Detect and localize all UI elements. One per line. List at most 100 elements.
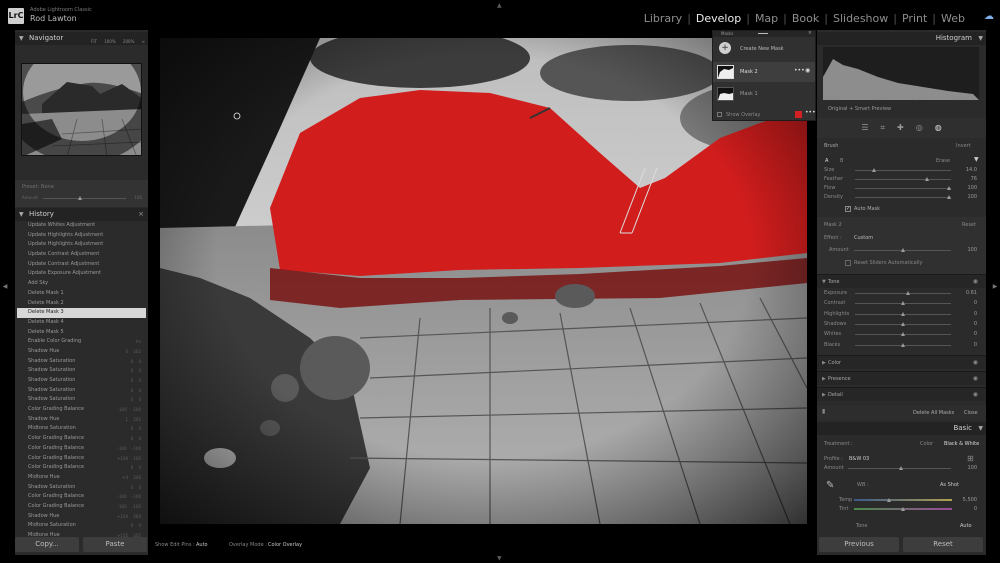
history-item[interactable]: Shadow Hue +104 204 (17, 512, 146, 522)
more-options-icon[interactable]: ••• (805, 109, 816, 116)
previous-button[interactable]: Previous (819, 537, 899, 552)
treatment-bw-button[interactable]: Black & White (944, 441, 979, 447)
brush-dropdown-icon[interactable]: ▼ (974, 156, 979, 163)
bottom-panel-toggle-icon[interactable]: ▼ (497, 555, 502, 562)
overlay-mode-select[interactable]: Color Overlay (268, 542, 302, 548)
auto-mask-checkbox[interactable]: ✓ (845, 206, 851, 212)
eye-icon[interactable]: ◉ (805, 67, 810, 74)
module-map[interactable]: Map (754, 12, 779, 25)
close-icon[interactable]: × (808, 30, 812, 36)
module-web[interactable]: Web (940, 12, 966, 25)
history-item[interactable]: Midtone Hue +4 206 (17, 473, 146, 483)
history-item[interactable]: Color Grading Balance 0 0 (17, 434, 146, 444)
module-develop[interactable]: Develop (695, 12, 742, 25)
history-item[interactable]: Update Whites Adjustment (17, 221, 146, 231)
history-item[interactable]: Delete Mask 3 (17, 308, 146, 318)
preset-amount-slider[interactable] (78, 196, 82, 200)
reset-sliders-checkbox[interactable] (845, 260, 851, 266)
history-item[interactable]: Update Highlights Adjustment (17, 231, 146, 241)
photo-canvas[interactable] (160, 38, 807, 524)
preset-amount-track[interactable] (43, 198, 126, 199)
history-item[interactable]: Add Sky (17, 279, 146, 289)
history-item[interactable]: Shadow Saturation 0 0 (17, 376, 146, 386)
history-header[interactable]: ▼ History × (15, 208, 148, 221)
top-panel-toggle-icon[interactable]: ▲ (497, 2, 502, 9)
history-item[interactable]: Delete Mask 2 (17, 299, 146, 309)
history-item[interactable]: Delete Mask 5 (17, 328, 146, 338)
navigator-zoom-options[interactable]: FIT 100% 200% ≡ (91, 35, 145, 48)
tone-section-header[interactable]: ▼ Tone ◉ (817, 274, 986, 288)
reset-button[interactable]: Reset (903, 537, 983, 552)
white-balance-picker-icon[interactable]: ✎ (826, 480, 834, 491)
mask-settings-reset[interactable]: Reset (962, 222, 976, 228)
module-book[interactable]: Book (791, 12, 820, 25)
history-item[interactable]: Shadow Saturation 0 0 (17, 357, 146, 367)
exposure-slider[interactable] (906, 291, 911, 295)
module-print[interactable]: Print (901, 12, 928, 25)
history-item[interactable]: Color Grading Balance -100 -100 (17, 444, 146, 454)
auto-tone-button[interactable]: Auto (960, 523, 972, 529)
history-item[interactable]: Update Contrast Adjustment (17, 260, 146, 270)
history-item[interactable]: Shadow Saturation 0 0 (17, 366, 146, 376)
create-new-mask-button[interactable]: Create New Mask (740, 46, 784, 52)
eye-icon[interactable]: ◉ (973, 278, 978, 285)
eye-icon[interactable]: ◉ (973, 359, 978, 366)
mask-item-1[interactable]: Mask 1 (713, 84, 815, 104)
flow-slider[interactable] (946, 186, 951, 190)
healing-icon[interactable]: ✚ (897, 118, 904, 138)
blacks-slider[interactable] (900, 342, 905, 347)
more-options-icon[interactable]: ••• (794, 67, 805, 74)
shadows-slider[interactable] (900, 321, 905, 326)
history-item[interactable]: Shadow Saturation 0 0 (17, 395, 146, 405)
mask-item-2[interactable]: Mask 2 ••• ◉ (713, 62, 815, 82)
brush-erase-button[interactable]: Erase (936, 158, 950, 164)
brush-b-button[interactable]: B (840, 158, 843, 164)
left-panel-toggle-icon[interactable]: ◀ (0, 283, 10, 290)
profile-browser-icon[interactable]: ⊞ (967, 454, 974, 463)
history-item[interactable]: Update Highlights Adjustment (17, 240, 146, 250)
brush-a-button[interactable]: A (825, 158, 828, 164)
edit-sliders-icon[interactable]: ☰ (861, 118, 868, 138)
navigator-thumbnail[interactable] (21, 63, 142, 156)
exposure-track[interactable] (855, 293, 951, 294)
temp-slider[interactable] (887, 498, 891, 502)
history-item[interactable]: Enable Color Grading hn (17, 337, 146, 347)
history-item[interactable]: Color Grading Balance +100 100 (17, 454, 146, 464)
amount-slider[interactable] (901, 248, 905, 252)
clear-history-icon[interactable]: × (138, 208, 144, 221)
histogram-header[interactable]: Histogram ▼ (817, 32, 986, 45)
eye-icon[interactable]: ◉ (973, 391, 978, 398)
history-item[interactable]: Shadow Hue 1 202 (17, 415, 146, 425)
eye-icon[interactable]: ◉ (973, 375, 978, 382)
history-item[interactable]: Delete Mask 1 (17, 289, 146, 299)
delete-all-masks-button[interactable]: Delete All Masks (913, 410, 954, 416)
history-item[interactable]: Midtone Saturation 0 0 (17, 521, 146, 531)
section-color[interactable]: ▶ Color ◉ (817, 355, 986, 369)
history-item[interactable]: Color Grading Balance 0 0 (17, 463, 146, 473)
density-track[interactable] (855, 197, 951, 198)
history-item[interactable]: Shadow Saturation 0 0 (17, 386, 146, 396)
show-edit-pins-select[interactable]: Auto (196, 542, 208, 548)
cloud-sync-icon[interactable]: ☁ (984, 11, 994, 22)
history-item[interactable]: Update Exposure Adjustment (17, 269, 146, 279)
right-panel-toggle-icon[interactable]: ▶ (990, 283, 1000, 290)
temp-track[interactable] (854, 499, 952, 501)
trash-icon[interactable]: ▮ (822, 408, 825, 415)
module-library[interactable]: Library (643, 12, 683, 25)
flow-track[interactable] (855, 188, 951, 189)
copy-button[interactable]: Copy... (15, 537, 79, 552)
whites-slider[interactable] (900, 332, 905, 337)
show-overlay-checkbox[interactable] (717, 112, 722, 117)
size-track[interactable] (855, 170, 951, 171)
red-eye-icon[interactable]: ◎ (916, 118, 923, 138)
overlay-color-swatch[interactable] (795, 111, 802, 118)
close-masks-button[interactable]: Close (964, 410, 978, 416)
effect-select[interactable]: Custom (854, 235, 873, 241)
basic-amount-slider[interactable] (899, 466, 903, 470)
history-item[interactable]: Delete Mask 4 (17, 318, 146, 328)
navigator-header[interactable]: ▼ Navigator FIT 100% 200% ≡ (15, 32, 148, 45)
highlights-slider[interactable] (900, 311, 905, 316)
profile-select[interactable]: B&W 03 (849, 456, 869, 462)
history-item[interactable]: Shadow Hue 0 202 (17, 347, 146, 357)
density-slider[interactable] (946, 195, 951, 199)
